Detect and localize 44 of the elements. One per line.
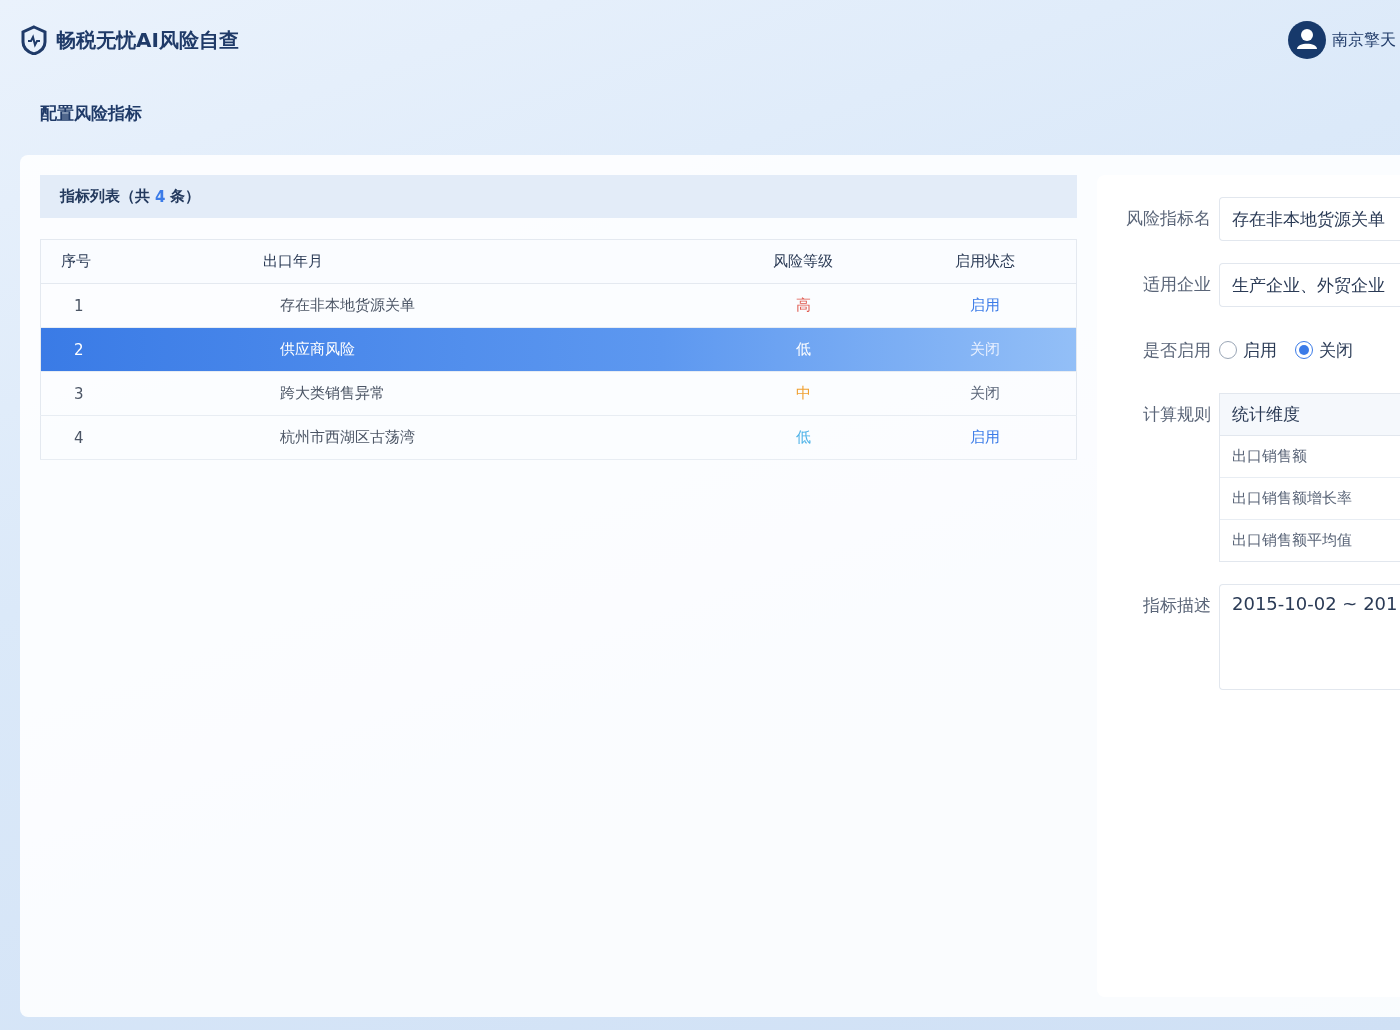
table-cell: 2 xyxy=(40,327,262,372)
table-row[interactable]: 2 供应商风险 低 关闭 xyxy=(40,327,1077,372)
radio-option[interactable]: 启用 xyxy=(1219,338,1277,362)
column-header: 风险等级 xyxy=(712,239,894,284)
input-field[interactable]: 存在非本地货源关单 xyxy=(1219,197,1400,241)
field-label: 适用企业 xyxy=(1142,273,1211,296)
field-label: 是否启用 xyxy=(1142,339,1211,362)
table-row[interactable]: 3 跨大类销售异常 中 关闭 xyxy=(40,371,1077,416)
table-cell: 出口销售额 xyxy=(1220,436,1400,478)
user-name[interactable]: 南京擎天 xyxy=(1332,29,1396,51)
field-label: 风险指标名 xyxy=(1125,207,1211,230)
radio-option[interactable]: 关闭 xyxy=(1295,338,1353,362)
risk-level: 低 xyxy=(795,340,811,358)
column-header: 序号 xyxy=(40,239,262,284)
table-row[interactable]: 4 杭州市西湖区古荡湾 低 启用 xyxy=(40,415,1077,460)
table-cell: 跨大类销售异常 xyxy=(262,371,713,416)
table-cell: 杭州市西湖区古荡湾 xyxy=(262,415,713,460)
table-cell: 存在非本地货源关单 xyxy=(262,283,713,328)
column-header: 启用状态 xyxy=(893,239,1077,284)
status-cell: 启用 xyxy=(893,283,1077,328)
status-cell: 启用 xyxy=(893,415,1077,460)
table-cell: 出口销售额增长率 xyxy=(1220,478,1400,520)
risk-level: 高 xyxy=(795,296,811,314)
column-header: 出口年月 xyxy=(262,239,713,284)
column-header: 统计维度 xyxy=(1220,394,1400,436)
table-cell: 3 xyxy=(40,371,262,416)
list-title: 指标列表（共 4 条） xyxy=(40,175,1077,218)
app-title: 畅税无忧AI风险自查 xyxy=(56,26,239,54)
field-label: 指标描述 xyxy=(1142,594,1211,617)
status-cell: 关闭 xyxy=(893,327,1077,372)
input-field[interactable]: 生产企业、外贸企业 xyxy=(1219,263,1400,307)
table-cell: 1 xyxy=(40,283,262,328)
table-cell: 4 xyxy=(40,415,262,460)
shield-logo-icon xyxy=(20,25,48,55)
page-title: 配置风险指标 xyxy=(39,102,143,125)
table-cell-text: 出口销售额平均值 xyxy=(1231,530,1353,551)
text-area[interactable]: 2015-10-02 ~ 201 xyxy=(1219,584,1400,690)
user-avatar-icon[interactable] xyxy=(1288,21,1326,59)
risk-level: 中 xyxy=(795,384,811,402)
field-label: 计算规则 xyxy=(1142,403,1211,426)
risk-level: 低 xyxy=(795,428,811,446)
status-cell: 关闭 xyxy=(893,371,1077,416)
table-row[interactable]: 1 存在非本地货源关单 高 启用 xyxy=(40,283,1077,328)
table-cell: 供应商风险 xyxy=(262,327,713,372)
